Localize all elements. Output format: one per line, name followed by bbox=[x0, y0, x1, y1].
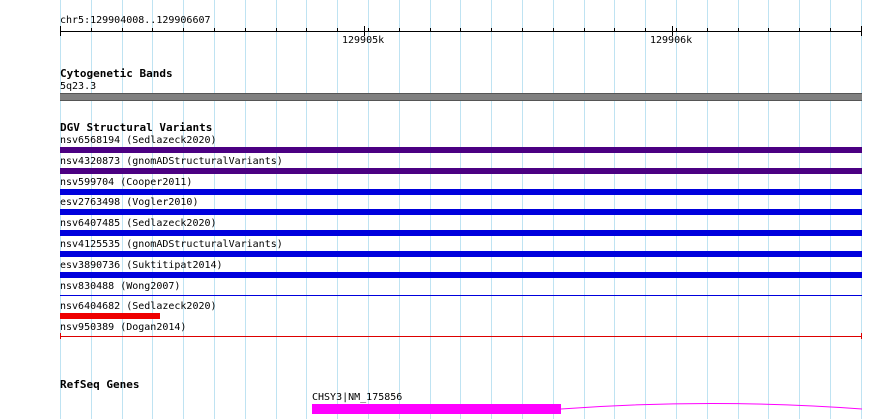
ruler-range-label: chr5:129904008..129906607 bbox=[60, 15, 211, 26]
ruler-right-end bbox=[861, 26, 862, 36]
ruler-minor-tick bbox=[276, 28, 277, 32]
ruler-minor-tick bbox=[460, 28, 461, 32]
variant-label[interactable]: nsv830488 (Wong2007) bbox=[60, 281, 180, 292]
ruler-minor-tick bbox=[214, 28, 215, 32]
variant-bar[interactable] bbox=[60, 272, 862, 278]
track-title-dgv-structural-variants[interactable]: DGV Structural Variants bbox=[60, 121, 212, 134]
gene-exon[interactable] bbox=[312, 404, 561, 414]
ruler-minor-tick bbox=[522, 28, 523, 32]
variant-bar[interactable] bbox=[60, 251, 862, 257]
ruler-minor-tick bbox=[368, 28, 369, 32]
ruler-minor-tick bbox=[245, 28, 246, 32]
variant-bar[interactable] bbox=[60, 189, 862, 195]
ruler-tick-label: 129905k bbox=[342, 35, 385, 46]
variant-bar[interactable] bbox=[60, 168, 862, 174]
ruler-minor-tick bbox=[122, 28, 123, 32]
gene-label[interactable]: CHSY3|NM_175856 bbox=[312, 392, 402, 403]
variant-label[interactable]: nsv4320873 (gnomADStructuralVariants) bbox=[60, 156, 283, 167]
ruler-minor-tick bbox=[491, 28, 492, 32]
ruler-minor-tick bbox=[91, 28, 92, 32]
track-title-cytogenetic-bands[interactable]: Cytogenetic Bands bbox=[60, 67, 173, 80]
variant-bar[interactable] bbox=[60, 336, 862, 337]
variant-label[interactable]: nsv6407485 (Sedlazeck2020) bbox=[60, 218, 217, 229]
ruler-minor-tick bbox=[676, 28, 677, 32]
ruler-minor-tick bbox=[707, 28, 708, 32]
ruler-minor-tick bbox=[337, 28, 338, 32]
track-title-refseq-genes[interactable]: RefSeq Genes bbox=[60, 378, 139, 391]
variant-label[interactable]: nsv4125535 (gnomADStructuralVariants) bbox=[60, 239, 283, 250]
ruler-minor-tick bbox=[399, 28, 400, 32]
cytoband-label[interactable]: 5q23.3 bbox=[60, 81, 96, 92]
variant-label[interactable]: nsv950389 (Dogan2014) bbox=[60, 322, 186, 333]
variant-label[interactable]: esv3890736 (Suktitipat2014) bbox=[60, 260, 223, 271]
ruler-tick-label: 129906k bbox=[650, 35, 693, 46]
cytoband-bar[interactable] bbox=[60, 93, 862, 101]
ruler-minor-tick bbox=[553, 28, 554, 32]
variant-bar[interactable] bbox=[60, 230, 862, 236]
ruler-minor-tick bbox=[614, 28, 615, 32]
ruler-minor-tick bbox=[830, 28, 831, 32]
variant-label[interactable]: nsv6404682 (Sedlazeck2020) bbox=[60, 301, 217, 312]
variant-bar[interactable] bbox=[60, 209, 862, 215]
ruler-minor-tick bbox=[430, 28, 431, 32]
variant-label[interactable]: nsv6568194 (Sedlazeck2020) bbox=[60, 135, 217, 146]
variant-bar[interactable] bbox=[60, 313, 160, 319]
ruler-minor-tick bbox=[738, 28, 739, 32]
variant-label[interactable]: esv2763498 (Vogler2010) bbox=[60, 197, 198, 208]
ruler-axis bbox=[60, 31, 862, 32]
ruler-minor-tick bbox=[645, 28, 646, 32]
variant-bar[interactable] bbox=[60, 295, 862, 296]
ruler-minor-tick bbox=[183, 28, 184, 32]
variant-bar[interactable] bbox=[60, 147, 862, 153]
ruler-minor-tick bbox=[306, 28, 307, 32]
ruler-minor-tick bbox=[799, 28, 800, 32]
ruler-minor-tick bbox=[768, 28, 769, 32]
ruler-minor-tick bbox=[584, 28, 585, 32]
ruler-minor-tick bbox=[152, 28, 153, 32]
gene-intron-line[interactable] bbox=[561, 398, 862, 419]
ruler-left-end bbox=[60, 26, 61, 36]
variant-label[interactable]: nsv599704 (Cooper2011) bbox=[60, 177, 192, 188]
